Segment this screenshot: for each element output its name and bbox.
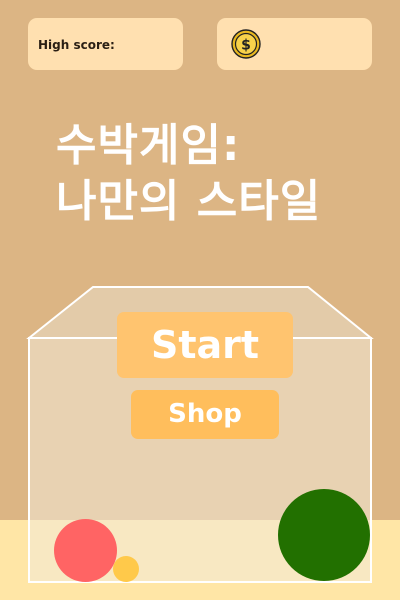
red-fruit	[54, 519, 117, 582]
svg-text:$: $	[241, 38, 251, 54]
shop-button[interactable]: Shop	[131, 390, 279, 439]
coin-card: $	[217, 18, 372, 70]
high-score-label: High score:	[38, 38, 115, 52]
high-score-card: High score:	[28, 18, 183, 70]
yellow-fruit	[113, 556, 139, 582]
game-title: 수박게임: 나만의 스타일	[56, 118, 386, 230]
green-fruit	[278, 489, 370, 581]
title-line-1: 수박게임:	[56, 120, 241, 171]
coin-icon: $	[231, 29, 261, 59]
start-button[interactable]: Start	[117, 312, 293, 378]
title-line-2: 나만의 스타일	[56, 176, 322, 227]
